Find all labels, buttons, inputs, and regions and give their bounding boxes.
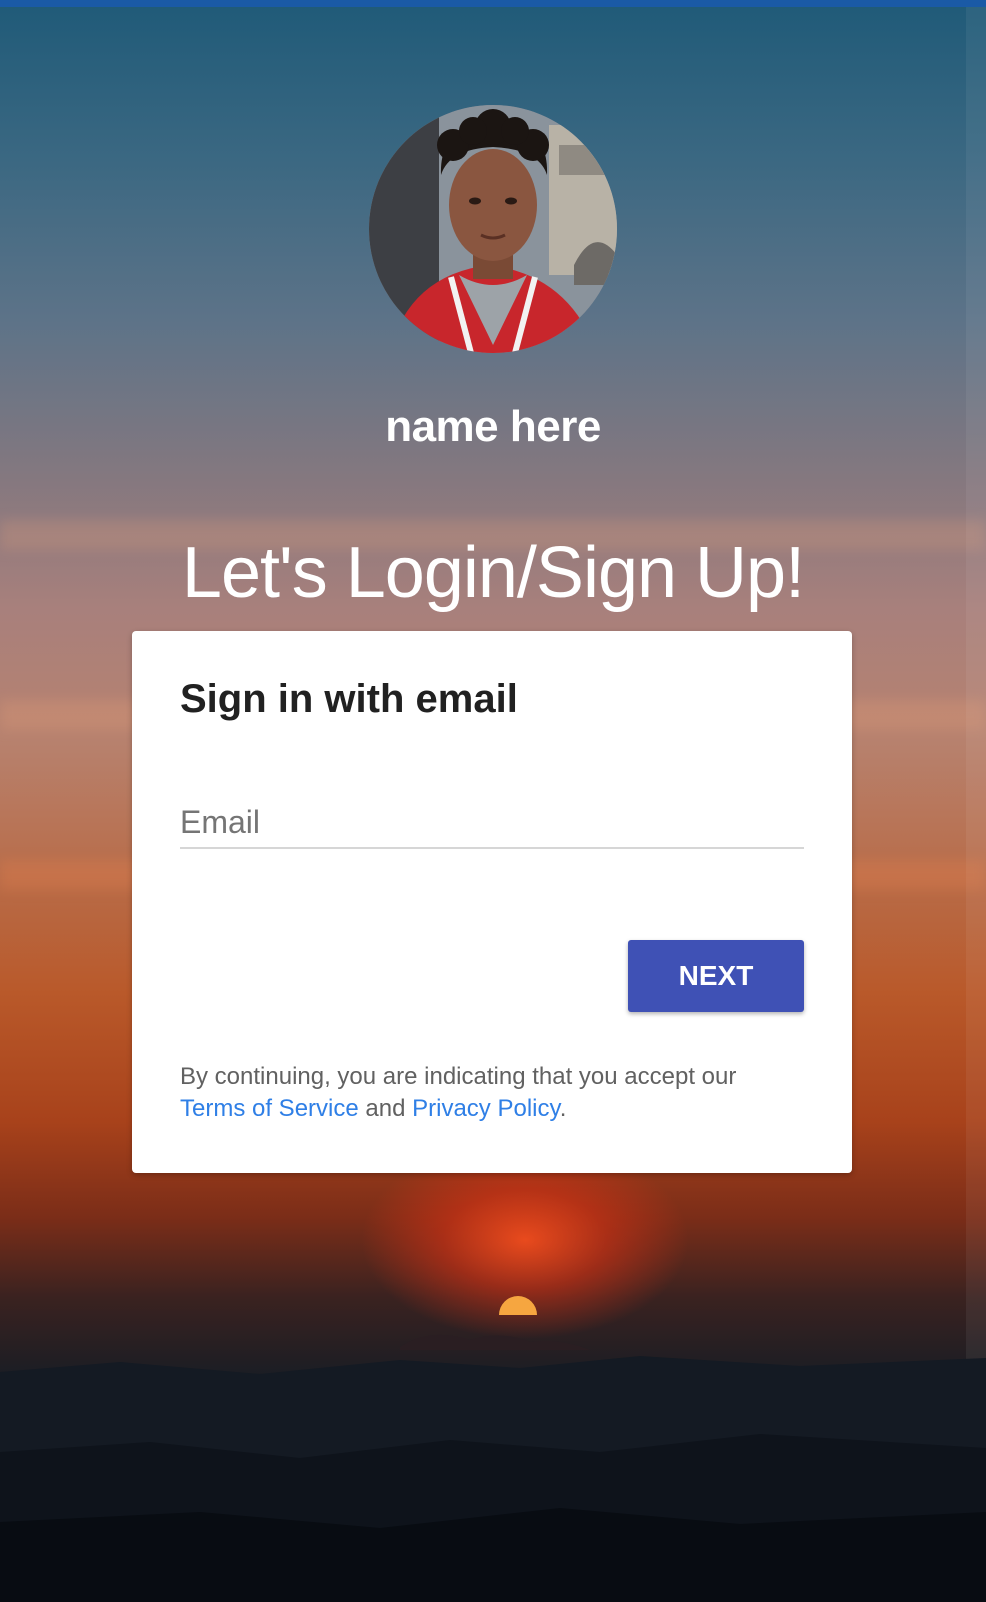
privacy-policy-link[interactable]: Privacy Policy <box>412 1095 560 1122</box>
terms-notice: By continuing, you are indicating that y… <box>180 1061 820 1125</box>
terms-suffix-text: . <box>559 1095 567 1122</box>
mountains-silhouette <box>0 1334 986 1602</box>
terms-and-text: and <box>365 1095 406 1122</box>
card-title: Sign in with email <box>180 677 518 721</box>
avatar <box>369 105 617 353</box>
page-headline: Let's Login/Sign Up! <box>181 533 805 613</box>
person-photo-icon <box>369 105 617 353</box>
login-page: name here Let's Login/Sign Up! Sign in w… <box>0 0 986 1602</box>
window-top-bar <box>0 0 986 7</box>
signin-card: Sign in with email NEXT By continuing, y… <box>132 631 852 1173</box>
next-button[interactable]: NEXT <box>628 940 804 1012</box>
profile-name: name here <box>385 402 601 451</box>
email-field[interactable] <box>180 797 804 849</box>
terms-prefix-text: By continuing, you are indicating that y… <box>180 1063 737 1090</box>
terms-of-service-link[interactable]: Terms of Service <box>180 1095 359 1122</box>
